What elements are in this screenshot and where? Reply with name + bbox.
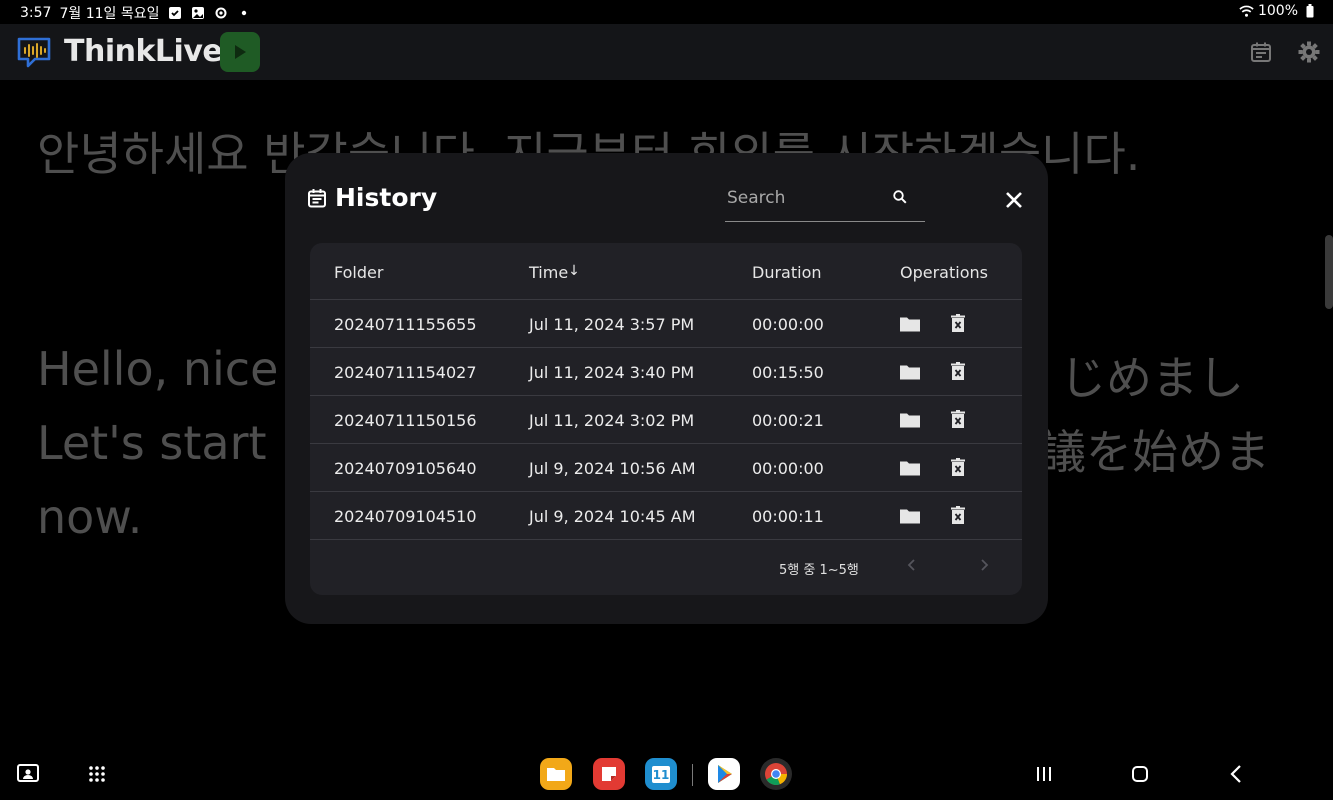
column-header-operations: Operations (900, 263, 988, 282)
calendar-app-icon[interactable]: 11 (645, 758, 677, 790)
home-icon[interactable] (1126, 760, 1154, 788)
search-icon[interactable] (892, 189, 908, 205)
open-folder-icon[interactable] (899, 409, 921, 431)
delete-icon[interactable] (947, 457, 969, 479)
open-folder-icon[interactable] (899, 361, 921, 383)
table-header: Folder Time↓ Duration Operations (310, 243, 1022, 300)
folder-icon (547, 768, 565, 781)
table-row[interactable]: 20240709104510 Jul 9, 2024 10:45 AM 00:0… (310, 492, 1022, 540)
settings-notification-icon (213, 6, 228, 21)
search-field[interactable] (725, 181, 925, 222)
cell-folder: 20240711150156 (334, 411, 477, 430)
dialog-header: History (307, 183, 437, 212)
calendar-app-day: 11 (652, 768, 670, 782)
close-icon (1006, 192, 1022, 208)
calendar-icon (308, 188, 326, 207)
dock-separator (692, 764, 693, 786)
cell-duration: 00:00:11 (752, 507, 824, 526)
delete-icon[interactable] (947, 361, 969, 383)
delete-icon[interactable] (947, 505, 969, 527)
pagination-info: 5행 중 1~5행 (779, 563, 859, 578)
next-page-icon[interactable] (976, 557, 992, 573)
checkbox-notification-icon (167, 6, 182, 21)
system-nav-bar: 11 (0, 748, 1333, 800)
delete-icon[interactable] (947, 313, 969, 335)
cell-duration: 00:00:00 (752, 315, 824, 334)
calendar-button[interactable] (1249, 40, 1273, 64)
play-button[interactable] (220, 32, 260, 72)
notes-app-icon[interactable] (593, 758, 625, 790)
gallery-notification-icon (190, 6, 205, 21)
cell-duration: 00:00:00 (752, 459, 824, 478)
table-row[interactable]: 20240711150156 Jul 11, 2024 3:02 PM 00:0… (310, 396, 1022, 444)
history-dialog: History Folder Time↓ Duration Operations… (285, 153, 1048, 624)
open-folder-icon[interactable] (899, 457, 921, 479)
cell-duration: 00:00:21 (752, 411, 824, 430)
close-button[interactable] (1003, 189, 1025, 211)
thinklive-logo-icon (16, 35, 56, 69)
status-bar: 3:57 7월 11일 목요일 100% (0, 0, 1333, 24)
play-store-icon (718, 765, 732, 783)
note-icon (602, 767, 616, 781)
history-table: Folder Time↓ Duration Operations 2024071… (310, 243, 1022, 595)
battery-percent: 100% (1257, 3, 1298, 19)
battery-icon (1302, 4, 1317, 19)
delete-icon[interactable] (947, 409, 969, 431)
sort-descending-icon: ↓ (568, 263, 580, 279)
status-date: 7월 11일 목요일 (59, 6, 160, 22)
column-header-time[interactable]: Time↓ (529, 263, 580, 282)
cell-time: Jul 11, 2024 3:57 PM (529, 315, 695, 334)
recent-apps-icon[interactable] (1030, 760, 1058, 788)
cell-time: Jul 11, 2024 3:40 PM (529, 363, 695, 382)
play-icon (235, 45, 246, 59)
chrome-icon (765, 763, 787, 785)
open-folder-icon[interactable] (899, 313, 921, 335)
app-title: ThinkLive (64, 34, 223, 69)
dialog-title: History (335, 183, 438, 212)
table-row[interactable]: 20240711154027 Jul 11, 2024 3:40 PM 00:1… (310, 348, 1022, 396)
cell-time: Jul 9, 2024 10:56 AM (529, 459, 696, 478)
open-folder-icon[interactable] (899, 505, 921, 527)
screen-recorder-icon[interactable] (14, 760, 42, 788)
column-header-duration[interactable]: Duration (752, 263, 822, 282)
gear-icon (1298, 41, 1320, 63)
cell-time: Jul 9, 2024 10:45 AM (529, 507, 696, 526)
column-header-folder[interactable]: Folder (334, 263, 383, 282)
table-row[interactable]: 20240709105640 Jul 9, 2024 10:56 AM 00:0… (310, 444, 1022, 492)
table-row[interactable]: 20240711155655 Jul 11, 2024 3:57 PM 00:0… (310, 300, 1022, 348)
settings-button[interactable] (1297, 40, 1321, 64)
column-header-time-label: Time (529, 263, 569, 282)
my-files-app-icon[interactable] (540, 758, 572, 790)
app-bar: ThinkLive (0, 24, 1333, 80)
cell-folder: 20240709104510 (334, 507, 477, 526)
previous-page-icon[interactable] (904, 557, 920, 573)
app-drawer-icon[interactable] (83, 760, 111, 788)
back-icon[interactable] (1223, 760, 1251, 788)
status-time: 3:57 (20, 5, 52, 21)
cell-folder: 20240709105640 (334, 459, 477, 478)
cell-time: Jul 11, 2024 3:02 PM (529, 411, 695, 430)
more-notifications-dot-icon (236, 6, 251, 21)
cell-folder: 20240711155655 (334, 315, 477, 334)
wifi-icon (1239, 4, 1254, 19)
calendar-icon (1251, 42, 1271, 62)
cell-folder: 20240711154027 (334, 363, 477, 382)
play-store-app-icon[interactable] (708, 758, 740, 790)
table-pagination: 5행 중 1~5행 (310, 540, 1022, 595)
cell-duration: 00:15:50 (752, 363, 824, 382)
chrome-app-icon[interactable] (760, 758, 792, 790)
search-input[interactable] (725, 185, 889, 211)
